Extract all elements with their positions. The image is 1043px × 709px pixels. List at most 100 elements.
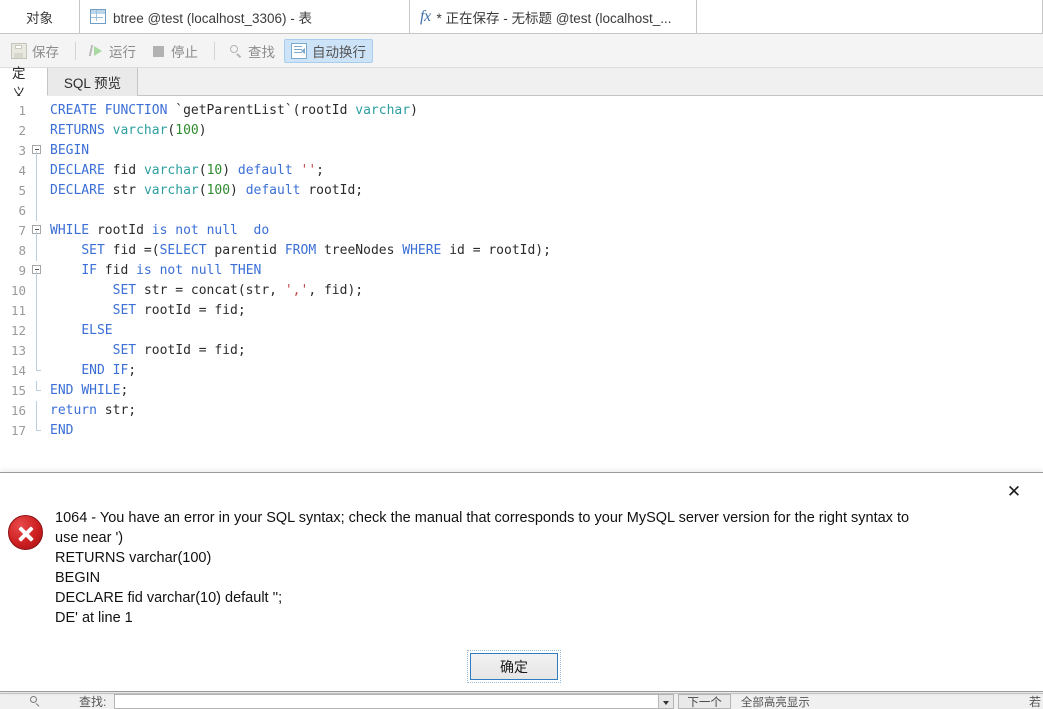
tab-strip-filler <box>697 0 1043 33</box>
word-wrap-button[interactable]: 自动换行 <box>284 38 373 63</box>
fold-toggle-icon[interactable] <box>30 261 46 281</box>
fold-guide <box>30 161 46 181</box>
error-icon <box>8 515 43 550</box>
wrap-icon <box>291 42 307 59</box>
code-text: CREATE FUNCTION `getParentList`(rootId v… <box>50 103 418 118</box>
code-line: 11 SET rootId = fid; <box>0 301 1043 321</box>
tab-definition[interactable]: 定义 <box>0 66 48 101</box>
code-line: 1 CREATE FUNCTION `getParentList`(rootId … <box>0 101 1043 121</box>
fold-guide <box>30 201 46 221</box>
code-line: 8 SET fid =(SELECT parentid FROM treeNod… <box>0 241 1043 261</box>
sql-error-dialog: ✕ 1064 - You have an error in your SQL s… <box>0 472 1043 692</box>
ok-button[interactable]: 确定 <box>467 650 561 683</box>
btree-tab[interactable]: btree @test (localhost_3306) - 表 <box>80 0 410 33</box>
line-number: 8 <box>18 243 26 258</box>
error-message: 1064 - You have an error in your SQL syn… <box>55 508 1017 628</box>
code-text: SET rootId = fid; <box>112 303 246 318</box>
line-number: 13 <box>10 343 26 358</box>
play-icon <box>90 44 104 58</box>
fold-guide <box>30 121 46 141</box>
line-number: 14 <box>10 363 26 378</box>
application-window: 对象 btree @test (localhost_3306) - 表 fx *… <box>0 0 1043 709</box>
word-wrap-button-label: 自动换行 <box>312 44 366 60</box>
code-text: DECLARE fid varchar(10) default ''; <box>50 163 324 178</box>
line-number: 9 <box>18 263 26 278</box>
object-tab[interactable]: 对象 <box>0 0 80 33</box>
fold-guide <box>30 421 46 441</box>
stop-icon <box>152 44 166 58</box>
grid-icon <box>90 9 106 24</box>
fold-guide <box>30 401 46 421</box>
line-number: 1 <box>18 103 26 118</box>
ok-button-label: 确定 <box>500 658 528 675</box>
code-line: 2 RETURNS varchar(100) <box>0 121 1043 141</box>
error-message-line: DECLARE fid varchar(10) default ''; <box>55 590 283 606</box>
code-lines-container: 1 CREATE FUNCTION `getParentList`(rootId … <box>0 96 1043 441</box>
code-text: END <box>50 423 74 438</box>
code-line: 14 END IF; <box>0 361 1043 381</box>
code-text: DECLARE str varchar(100) default rootId; <box>50 183 364 198</box>
toolbar-separator-2 <box>214 41 215 60</box>
tab-sql-preview[interactable]: SQL 预览 <box>48 68 138 96</box>
toolbar-separator-1 <box>75 41 76 60</box>
error-message-line: DE' at line 1 <box>55 610 133 626</box>
chevron-down-icon[interactable] <box>658 695 674 708</box>
function-tab-label: * 正在保存 - 无标题 @test (localhost_... <box>436 10 672 26</box>
code-text: IF fid is not null THEN <box>81 263 262 278</box>
dialog-title-bar: ✕ <box>0 473 1043 508</box>
line-number: 6 <box>18 203 26 218</box>
line-number: 16 <box>10 403 26 418</box>
main-tab-strip: 对象 btree @test (localhost_3306) - 表 fx *… <box>0 0 1043 34</box>
error-message-line: RETURNS varchar(100) <box>55 550 212 566</box>
line-number: 11 <box>10 303 26 318</box>
code-text: BEGIN <box>50 143 90 158</box>
find-bar-label: 查找: <box>79 695 107 709</box>
fold-guide <box>30 321 46 341</box>
code-text: END IF; <box>81 363 137 378</box>
fold-guide <box>30 101 46 121</box>
fold-guide <box>30 281 46 301</box>
close-icon[interactable]: ✕ <box>1003 481 1025 501</box>
fold-guide <box>30 381 46 401</box>
code-text: RETURNS varchar(100) <box>50 123 207 138</box>
fold-toggle-icon[interactable] <box>30 221 46 241</box>
find-bar-input[interactable] <box>114 694 675 709</box>
code-line: 16 return str; <box>0 401 1043 421</box>
code-line: 7 WHILE rootId is not null do <box>0 221 1043 241</box>
function-tab[interactable]: fx * 正在保存 - 无标题 @test (localhost_... <box>410 0 697 33</box>
save-button[interactable]: 保存 <box>4 39 66 63</box>
line-number: 3 <box>18 143 26 158</box>
code-text: ELSE <box>81 323 113 338</box>
save-icon <box>11 42 27 59</box>
object-tab-label: 对象 <box>26 10 53 26</box>
sql-code-editor[interactable]: 1 CREATE FUNCTION `getParentList`(rootId … <box>0 96 1043 472</box>
tab-sql-preview-label: SQL 预览 <box>63 76 122 91</box>
editor-tab-bar: 定义 SQL 预览 <box>0 66 1043 101</box>
code-line: 10 SET str = concat(str, ',', fid); <box>0 281 1043 301</box>
find-bar-right-label: 若 <box>1028 695 1041 709</box>
editor-toolbar: 保存 运行 停止 查找 自动换行 <box>0 34 1043 68</box>
code-line: 17 END <box>0 421 1043 441</box>
fold-guide <box>30 301 46 321</box>
find-bar-search-icon <box>30 696 41 707</box>
error-message-line: use near ') <box>55 530 124 546</box>
find-bar-right: 若 <box>1028 694 1041 709</box>
fold-toggle-icon[interactable] <box>30 141 46 161</box>
run-button[interactable]: 运行 <box>83 39 143 63</box>
find-next-button[interactable]: 下一个 <box>678 694 731 709</box>
code-line: 15 END WHILE; <box>0 381 1043 401</box>
code-line: 4 DECLARE fid varchar(10) default ''; <box>0 161 1043 181</box>
code-line: 12 ELSE <box>0 321 1043 341</box>
fold-guide <box>30 341 46 361</box>
fold-guide <box>30 181 46 201</box>
stop-button-label: 停止 <box>171 44 198 60</box>
error-message-line: 1064 - You have an error in your SQL syn… <box>55 510 910 526</box>
code-text: SET rootId = fid; <box>112 343 246 358</box>
stop-button[interactable]: 停止 <box>145 39 205 63</box>
fold-guide <box>30 361 46 381</box>
find-button[interactable]: 查找 <box>222 39 282 63</box>
highlight-all-label[interactable]: 全部高亮显示 <box>741 694 810 709</box>
line-number: 5 <box>18 183 26 198</box>
find-bar: 查找: 下一个 全部高亮显示 若 <box>0 693 1043 709</box>
save-button-label: 保存 <box>32 44 59 60</box>
